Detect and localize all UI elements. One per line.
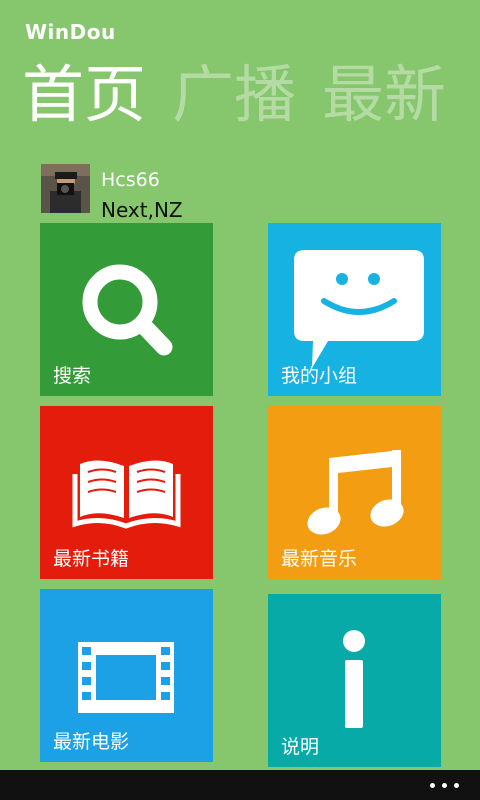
profile-name: Hcs66 [101,169,160,191]
tile-my-groups[interactable]: 我的小组 [268,223,441,396]
profile-location: Next,NZ [101,198,183,222]
avatar [41,164,90,213]
app-title: WinDou [25,20,116,44]
pivot-header: 首页 广播 最新 [22,55,472,135]
tile-info[interactable]: 说明 [268,594,441,767]
app-bar [0,770,480,800]
tile-latest-movies[interactable]: 最新电影 [40,589,213,762]
more-dots-icon[interactable] [430,779,462,791]
pivot-tab-latest[interactable]: 最新 [322,55,446,135]
tile-label: 最新电影 [53,731,130,753]
pivot-tab-broadcast[interactable]: 广播 [172,55,296,135]
tile-label: 最新音乐 [281,548,358,570]
pivot-tab-home[interactable]: 首页 [22,55,146,135]
tile-latest-music[interactable]: 最新音乐 [268,406,441,579]
tile-label: 最新书籍 [53,548,130,570]
tile-latest-books[interactable]: 最新书籍 [40,406,213,579]
tile-label: 我的小组 [281,365,358,387]
tile-label: 搜索 [53,365,92,387]
tile-label: 说明 [281,736,320,758]
tile-search[interactable]: 搜索 [40,223,213,396]
